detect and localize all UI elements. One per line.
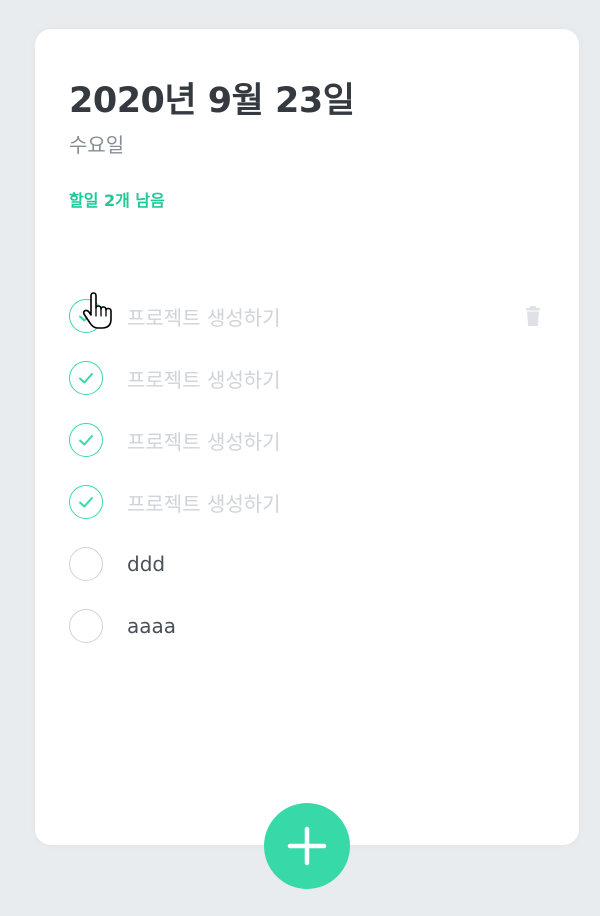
todo-text: 프로젝트 생성하기 [127,305,281,330]
trash-icon [526,306,540,326]
day-of-week: 수요일 [69,133,125,157]
todo-item[interactable]: 프로젝트 생성하기 [69,409,545,471]
todo-text: 프로젝트 생성하기 [127,491,281,516]
todo-checkbox[interactable] [69,361,103,395]
todo-checkbox[interactable] [69,299,103,333]
delete-button[interactable] [521,304,545,328]
todo-item[interactable]: 프로젝트 생성하기 [69,347,545,409]
todo-list: 프로젝트 생성하기 프로젝트 생성하기 프로젝트 생성하기 프로젝트 생성하기 … [69,285,545,657]
add-todo-button[interactable] [264,803,350,889]
todo-item[interactable]: ddd [69,533,545,595]
check-icon [79,311,93,322]
check-icon [79,497,93,508]
todo-item[interactable]: 프로젝트 생성하기 [69,471,545,533]
tasks-left-count: 할일 2개 남음 [69,191,165,210]
check-icon [79,435,93,446]
plus-icon [287,826,327,866]
todo-text: 프로젝트 생성하기 [127,429,281,454]
todo-text: 프로젝트 생성하기 [127,367,281,392]
todo-text: aaaa [127,614,177,638]
check-icon [79,373,93,384]
todo-header: 2020년 9월 23일 수요일 할일 2개 남음 [35,29,579,213]
todo-text: ddd [127,552,166,576]
todo-item[interactable]: aaaa [69,595,545,657]
todo-checkbox[interactable] [69,423,103,457]
todo-checkbox[interactable] [69,485,103,519]
todo-checkbox[interactable] [69,547,103,581]
todo-card: 2020년 9월 23일 수요일 할일 2개 남음 프로젝트 생성하기 프로젝트… [35,29,579,845]
date-title: 2020년 9월 23일 [69,81,355,121]
todo-item[interactable]: 프로젝트 생성하기 [69,285,545,347]
todo-checkbox[interactable] [69,609,103,643]
